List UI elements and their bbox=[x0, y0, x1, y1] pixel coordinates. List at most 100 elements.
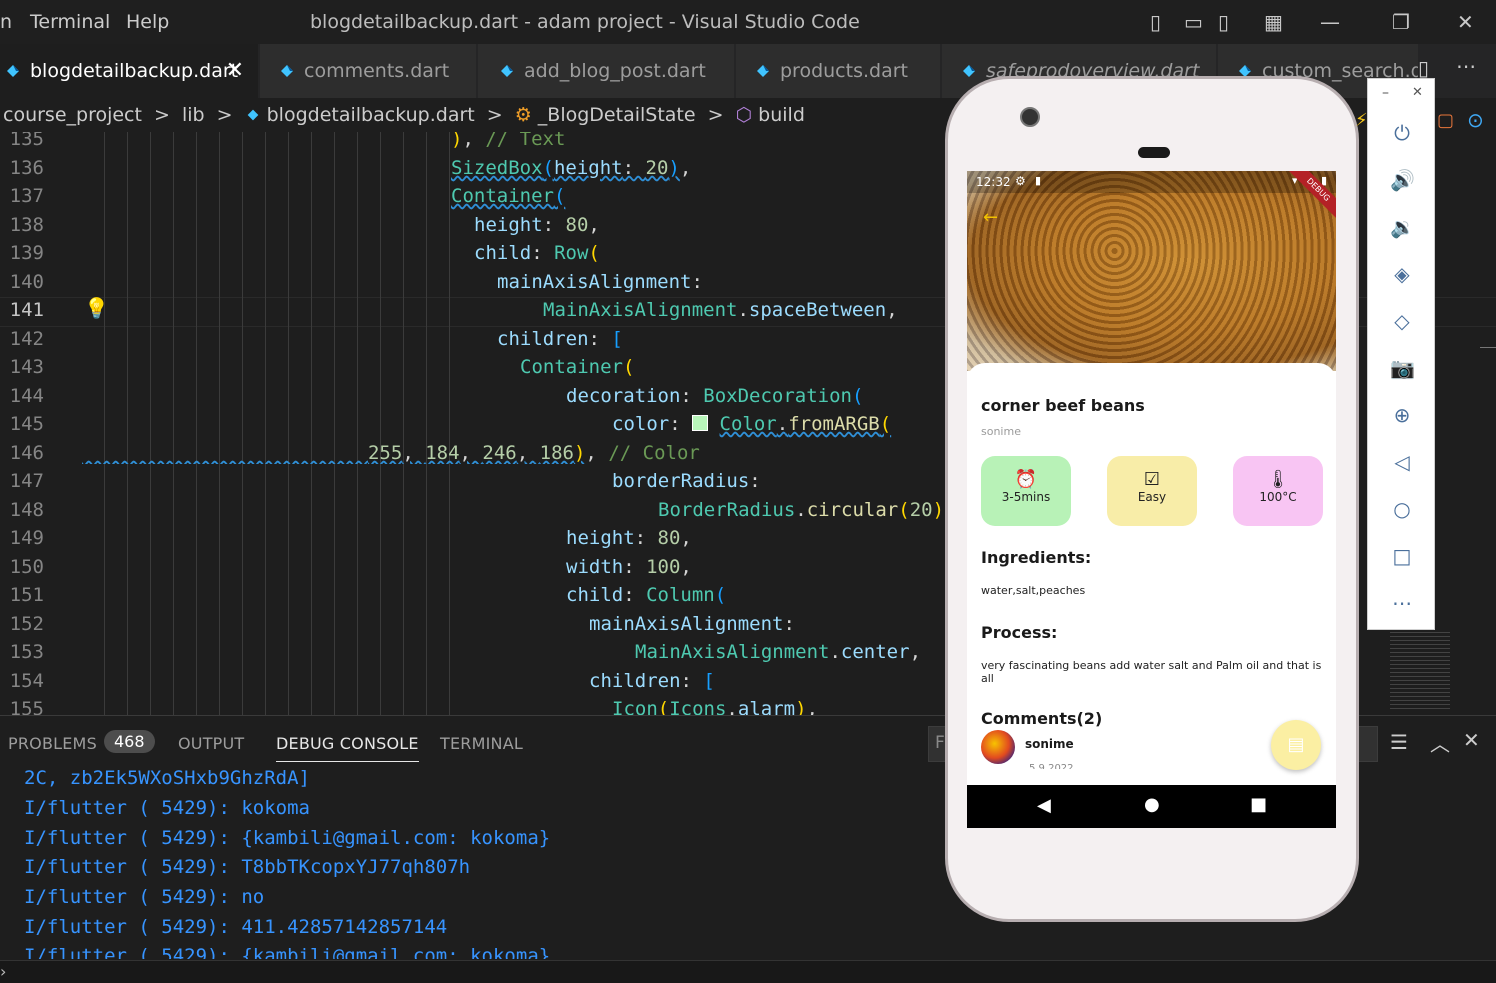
zoom-icon[interactable]: ⊕ bbox=[1390, 403, 1414, 427]
emulator-close-icon[interactable]: ✕ bbox=[1412, 85, 1423, 100]
dart-file-icon bbox=[963, 65, 975, 77]
menu-item-partial[interactable]: n bbox=[0, 11, 12, 33]
breadcrumb-method[interactable]: build bbox=[758, 104, 805, 126]
comment-date: 5.9.2022 bbox=[1029, 763, 1074, 769]
camera-icon[interactable]: 📷 bbox=[1390, 356, 1415, 380]
phone-screen[interactable]: 12:32 ⚙ ▮ ▾ ▮ DEBUG ← corner beef beans … bbox=[967, 171, 1336, 828]
clear-console-icon[interactable]: ☰ bbox=[1390, 730, 1408, 754]
line-number: 148 bbox=[9, 499, 44, 521]
hot-restart-icon[interactable]: ▢ bbox=[1437, 110, 1454, 131]
lightning-icon[interactable]: ⚡ bbox=[1355, 110, 1368, 131]
tab-blogdetailbackup[interactable]: blogdetailbackup.dart ✕ bbox=[0, 44, 258, 98]
line-number-current: 141 bbox=[9, 299, 44, 321]
method-symbol-icon: ⬡ bbox=[735, 104, 753, 126]
menu-item-terminal[interactable]: Terminal bbox=[30, 11, 110, 33]
overview-icon[interactable]: □ bbox=[1390, 544, 1414, 568]
tab-products[interactable]: products.dart bbox=[736, 44, 940, 98]
breadcrumb-file[interactable]: blogdetailbackup.dart bbox=[267, 104, 475, 126]
nav-home-icon[interactable]: ● bbox=[1144, 794, 1160, 815]
emulator-minimize-icon[interactable]: – bbox=[1382, 85, 1389, 101]
breadcrumb-folder-lib[interactable]: lib bbox=[182, 104, 205, 126]
console-line: I/flutter ( 5429): {kambili@gmail.com: k… bbox=[24, 827, 551, 849]
breadcrumb-folder-course-project[interactable]: course_project bbox=[3, 104, 142, 126]
code-line: width: 100, bbox=[566, 556, 692, 578]
line-number: 154 bbox=[9, 670, 44, 692]
rotate-left-icon[interactable]: ◈ bbox=[1390, 262, 1414, 286]
close-panel-icon[interactable]: ✕ bbox=[1463, 728, 1480, 752]
difficulty-chip: ☑ Easy bbox=[1107, 456, 1197, 526]
window-title: blogdetailbackup.dart - adam project - V… bbox=[310, 11, 860, 33]
add-comment-fab[interactable]: ▤ bbox=[1271, 720, 1321, 770]
breadcrumb-separator: > bbox=[154, 104, 170, 126]
customize-layout-icon[interactable]: ▦ bbox=[1264, 10, 1283, 34]
line-number: 135 bbox=[9, 132, 44, 150]
minimize-button[interactable]: — bbox=[1320, 10, 1340, 34]
ingredients-heading: Ingredients: bbox=[981, 548, 1092, 567]
nav-back-icon[interactable]: ◀ bbox=[1037, 795, 1051, 816]
console-prompt-icon[interactable]: › bbox=[0, 962, 6, 981]
nav-overview-icon[interactable]: ■ bbox=[1250, 794, 1267, 815]
console-line: I/flutter ( 5429): 411.42857142857144 bbox=[24, 916, 448, 938]
line-number: 142 bbox=[9, 328, 44, 350]
back-arrow-icon[interactable]: ← bbox=[983, 207, 998, 228]
temperature-chip: 🌡 100°C bbox=[1233, 456, 1323, 526]
rotate-right-icon[interactable]: ◇ bbox=[1390, 309, 1414, 333]
close-tab-icon[interactable]: ✕ bbox=[226, 44, 244, 98]
line-number: 153 bbox=[9, 641, 44, 663]
tab-debug-console[interactable]: DEBUG CONSOLE bbox=[276, 734, 419, 762]
recipe-image bbox=[967, 171, 1336, 371]
front-camera-icon bbox=[1020, 107, 1040, 127]
line-number: 143 bbox=[9, 356, 44, 378]
code-line: children: [ bbox=[497, 328, 623, 350]
more-icon[interactable]: ⋯ bbox=[1390, 591, 1414, 615]
chip-label: 100°C bbox=[1259, 490, 1297, 504]
sd-card-icon: ▮ bbox=[1035, 174, 1042, 187]
split-editor-icon[interactable]: ▯ bbox=[1418, 56, 1429, 80]
process-heading: Process: bbox=[981, 623, 1058, 642]
code-line: SizedBox(height: 20), bbox=[451, 157, 692, 179]
inspect-widget-icon[interactable]: ⊙ bbox=[1467, 108, 1484, 132]
breadcrumb-class[interactable]: _BlogDetailState bbox=[538, 104, 696, 126]
code-line: 255, 184, 246, 186), // Color bbox=[367, 442, 700, 464]
thermometer-icon: 🌡 bbox=[1266, 469, 1290, 490]
toggle-panel-icon[interactable]: ▭ bbox=[1184, 10, 1203, 34]
console-line: I/flutter ( 5429): {kambili@gmail.com: k… bbox=[24, 945, 551, 959]
tab-label: add_blog_post.dart bbox=[524, 60, 706, 82]
tab-problems[interactable]: PROBLEMS bbox=[8, 734, 97, 753]
code-line: ), // Text bbox=[451, 132, 566, 150]
line-number: 145 bbox=[9, 413, 44, 435]
code-line: child: Row( bbox=[474, 242, 600, 264]
back-icon[interactable]: ◁ bbox=[1390, 450, 1414, 474]
code-line: mainAxisAlignment: bbox=[589, 613, 795, 635]
volume-down-icon[interactable]: 🔉 bbox=[1390, 215, 1415, 239]
tab-terminal[interactable]: TERMINAL bbox=[440, 734, 523, 753]
dart-file-icon bbox=[757, 65, 769, 77]
scrollbar-marker bbox=[1480, 347, 1496, 348]
breadcrumb-separator: > bbox=[707, 104, 724, 126]
tab-label: comments.dart bbox=[304, 60, 450, 82]
toggle-sidebar-icon[interactable]: ▯ bbox=[1150, 10, 1161, 34]
tab-add-blog-post[interactable]: add_blog_post.dart bbox=[478, 44, 734, 98]
code-line: height: 80, bbox=[474, 214, 600, 236]
volume-up-icon[interactable]: 🔊 bbox=[1390, 168, 1415, 192]
restore-button[interactable]: ❐ bbox=[1392, 10, 1410, 34]
tab-output[interactable]: OUTPUT bbox=[178, 734, 244, 753]
chip-label: 3-5mins bbox=[1001, 490, 1051, 504]
code-line: color: Color.fromARGB( bbox=[612, 413, 892, 435]
lightbulb-icon[interactable]: 💡 bbox=[84, 296, 109, 320]
menu-item-help[interactable]: Help bbox=[126, 11, 169, 33]
more-actions-icon[interactable]: ⋯ bbox=[1456, 54, 1476, 78]
power-icon[interactable]: ⏻ bbox=[1390, 121, 1414, 145]
code-line: MainAxisAlignment.center, bbox=[635, 641, 922, 663]
dart-file-icon bbox=[281, 65, 293, 77]
close-window-button[interactable]: ✕ bbox=[1457, 10, 1474, 34]
minimap[interactable] bbox=[1390, 632, 1450, 712]
line-number: 152 bbox=[9, 613, 44, 635]
dart-file-icon bbox=[247, 109, 258, 121]
home-icon[interactable]: ○ bbox=[1390, 497, 1414, 521]
tab-label: products.dart bbox=[780, 60, 908, 82]
toggle-secondary-sidebar-icon[interactable]: ▯ bbox=[1218, 10, 1229, 34]
maximize-panel-icon[interactable]: ︿ bbox=[1430, 728, 1450, 757]
tab-comments[interactable]: comments.dart bbox=[260, 44, 476, 98]
line-number: 136 bbox=[9, 157, 44, 179]
